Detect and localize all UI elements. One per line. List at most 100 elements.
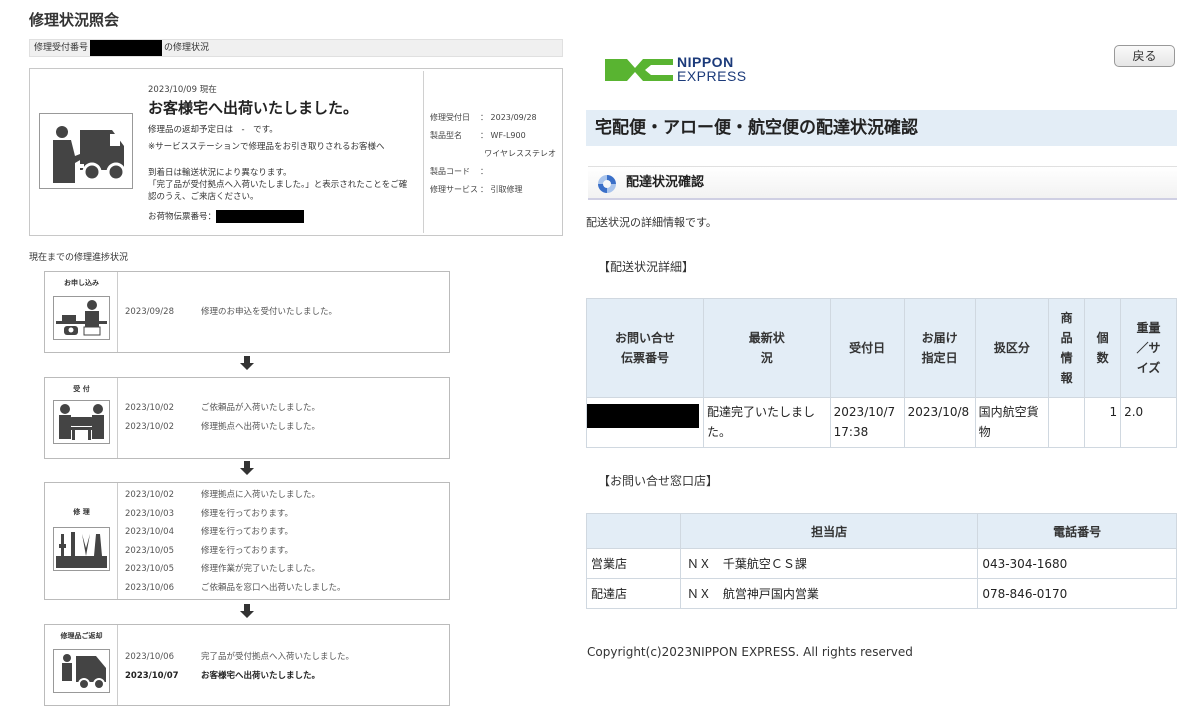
handover-icon [53,400,110,444]
spinner-icon [598,175,616,193]
col-header [586,513,681,549]
log-line: 2023/10/04 修理を行っております。 [125,527,293,537]
store-name-cell: ＮＸ 航営神戸国内営業 [679,578,979,609]
tools-icon [53,527,110,571]
return-truck-icon [53,649,110,693]
redacted-tracking-number [216,210,305,223]
repair-number-bar: 修理受付番号 の修理状況 [29,39,563,57]
info-row: 修理サービス： 引取修理 [430,185,523,194]
info-row: ワイヤレスステレオ [484,149,556,158]
step-label: 修 理 [73,508,90,516]
section-header: 配達状況確認 [588,166,1177,200]
phone-cell: 043-304-1680 [977,548,1177,579]
product-info: 修理受付日： 2023/09/28 製品型名： WF-L900 ワイヤレスステレ… [430,109,560,199]
weight-cell: 2.0 [1120,397,1177,448]
col-header: お届け指定日 [903,298,976,398]
contact-table: 担当店 電話番号 営業店 ＮＸ 千葉航空ＣＳ課 043-304-1680 配達店… [586,513,1177,609]
repair-number-prefix: 修理受付番号 [34,43,89,53]
store-name-cell: ＮＸ 千葉航空ＣＳ課 [679,548,979,579]
reception-icon [53,296,110,340]
description: 配送状況の詳細情報です。 [586,216,717,229]
log-line: 2023/09/28 修理のお申込を受付いたしました。 [125,307,338,317]
table-row: 配達店 ＮＸ 航営神戸国内営業 078-846-0170 [586,578,1177,609]
back-button[interactable]: 戻る [1114,45,1175,67]
step-log: 2023/10/06 完了品が受付拠点へ入荷いたしました。 2023/10/07 お… [125,648,354,685]
step-label: お申し込み [64,279,99,287]
col-header: お問い合せ伝票番号 [586,298,704,398]
truck-icon [39,113,133,189]
col-header: 個数 [1084,298,1122,398]
store-type-cell: 営業店 [586,548,681,579]
step-log: 2023/09/28 修理のお申込を受付いたしました。 [125,303,337,322]
store-type-cell: 配達店 [586,578,681,609]
repair-number-suffix: の修理状況 [164,43,210,53]
page-title: 修理状況照会 [29,11,120,29]
step-reception: 受 付 2023/10/02 ご依頼品が入荷いたしました。 2023/10/02 修… [44,377,450,459]
delivery-detail-table: お問い合せ伝票番号 最新状況 受付日 お届け指定日 扱区分 商品情報 個数 重量… [586,298,1177,448]
step-application: お申し込み 2023/09/28 修理のお申込を受付いたしました。 [44,271,450,353]
tracking-number-cell [586,397,704,448]
step-icon-column: 修 理 [45,483,118,599]
info-row: 修理受付日： 2023/09/28 [430,113,537,122]
copyright: Copyright(c)2023NIPPON EXPRESS. All righ… [587,645,913,659]
log-line: 2023/10/05 修理を行っております。 [125,545,293,556]
col-header: 最新状況 [702,298,831,398]
detail-heading: 【配送状況詳細】 [598,260,695,274]
status-date: 2023/10/09 現在 [148,85,217,95]
status-headline: お客様宅へ出荷いたしました。 [148,99,359,117]
col-header: 重量／サイズ [1120,298,1177,398]
panel-divider [423,71,424,233]
log-line: 2023/10/02 ご依頼品が入荷いたしました。 [125,403,321,413]
logo-wordmark: NIPPON EXPRESS [677,55,747,83]
log-line: 2023/10/06 ご依頼品を窓口へ出荷いたしました。 [125,582,346,593]
current-status-panel: 2023/10/09 現在 お客様宅へ出荷いたしました。 修理品の返却予定日は … [29,68,563,236]
accepted-cell: 2023/10/7 17:38 [829,397,905,448]
page-heading: 宅配便・アロー便・航空便の配達状況確認 [586,110,1177,146]
down-arrow-icon [240,356,254,370]
step-label: 受 付 [73,385,90,393]
item-info-cell [1048,397,1086,448]
step-log: 2023/10/02 修理拠点に入荷いたしました。 2023/10/03 修理を行っ… [125,486,346,597]
info-row: 製品型名： WF-L900 [430,131,526,140]
redacted-repair-number [90,40,163,56]
step-log: 2023/10/02 ご依頼品が入荷いたしました。 2023/10/02 修理拠点へ… [125,399,320,436]
col-header: 商品情報 [1048,298,1086,398]
log-line: 2023/10/02 修理拠点へ出荷いたしました。 [125,421,321,432]
section-title: 配達状況確認 [626,175,705,190]
progress-label: 現在までの修理進捗状況 [29,253,129,263]
pickup-note-2: 到着日は輸送状況により異なります。 [148,168,292,178]
col-header: 電話番号 [977,513,1177,549]
logo-line-1: NIPPON [677,54,734,70]
table-header-row: 担当店 電話番号 [586,513,1177,549]
log-line: 2023/10/02 修理拠点に入荷いたしました。 [125,490,321,500]
step-label: 修理品ご返却 [60,632,103,640]
category-cell: 国内航空貨物 [974,397,1050,448]
down-arrow-icon [240,461,254,475]
col-header: 担当店 [679,513,979,549]
tracking-label: お荷物伝票番号： [148,212,217,222]
return-schedule: 修理品の返却予定日は - です。 [148,125,278,135]
step-icon-column: お申し込み [45,272,118,352]
contact-heading: 【お問い合せ窓口店】 [598,474,719,488]
step-repair: 修 理 2023/10/02 修理拠点に入荷いたしました。 2023/10/03 修… [44,482,450,600]
col-header: 扱区分 [974,298,1050,398]
redacted-slip-number [587,404,699,428]
status-cell: 配達完了いたしました。 [702,397,831,448]
info-row: 製品コード： [430,167,488,176]
table-row: 配達完了いたしました。 2023/10/7 17:38 2023/10/8 国内… [586,397,1177,448]
step-icon-column: 受 付 [45,378,118,458]
delivery-date-cell: 2023/10/8 [903,397,976,448]
tracking-number: お荷物伝票番号： [148,210,305,223]
count-cell: 1 [1084,397,1122,448]
step-return: 修理品ご返却 2023/10/06 完了品が受付拠点へ入荷いたしました。 2023… [44,624,450,706]
log-line-latest: 2023/10/07 お客様宅へ出荷いたしました。 [125,670,321,681]
log-line: 2023/10/06 完了品が受付拠点へ入荷いたしました。 [125,652,355,662]
log-line: 2023/10/05 修理作業が完了いたしました。 [125,564,321,574]
table-header-row: お問い合せ伝票番号 最新状況 受付日 お届け指定日 扱区分 商品情報 個数 重量… [586,298,1177,398]
pickup-note-1: ※サービスステーションで修理品をお引き取りされるお客様へ [148,142,385,152]
step-icon-column: 修理品ご返却 [45,625,118,705]
table-row: 営業店 ＮＸ 千葉航空ＣＳ課 043-304-1680 [586,548,1177,579]
col-header: 受付日 [829,298,905,398]
pickup-note-3: 「完了品が受付拠点へ入荷いたしました。」と表示されたことをご確認のうえ、ご来店く… [148,180,408,202]
log-line: 2023/10/03 修理を行っております。 [125,508,293,519]
